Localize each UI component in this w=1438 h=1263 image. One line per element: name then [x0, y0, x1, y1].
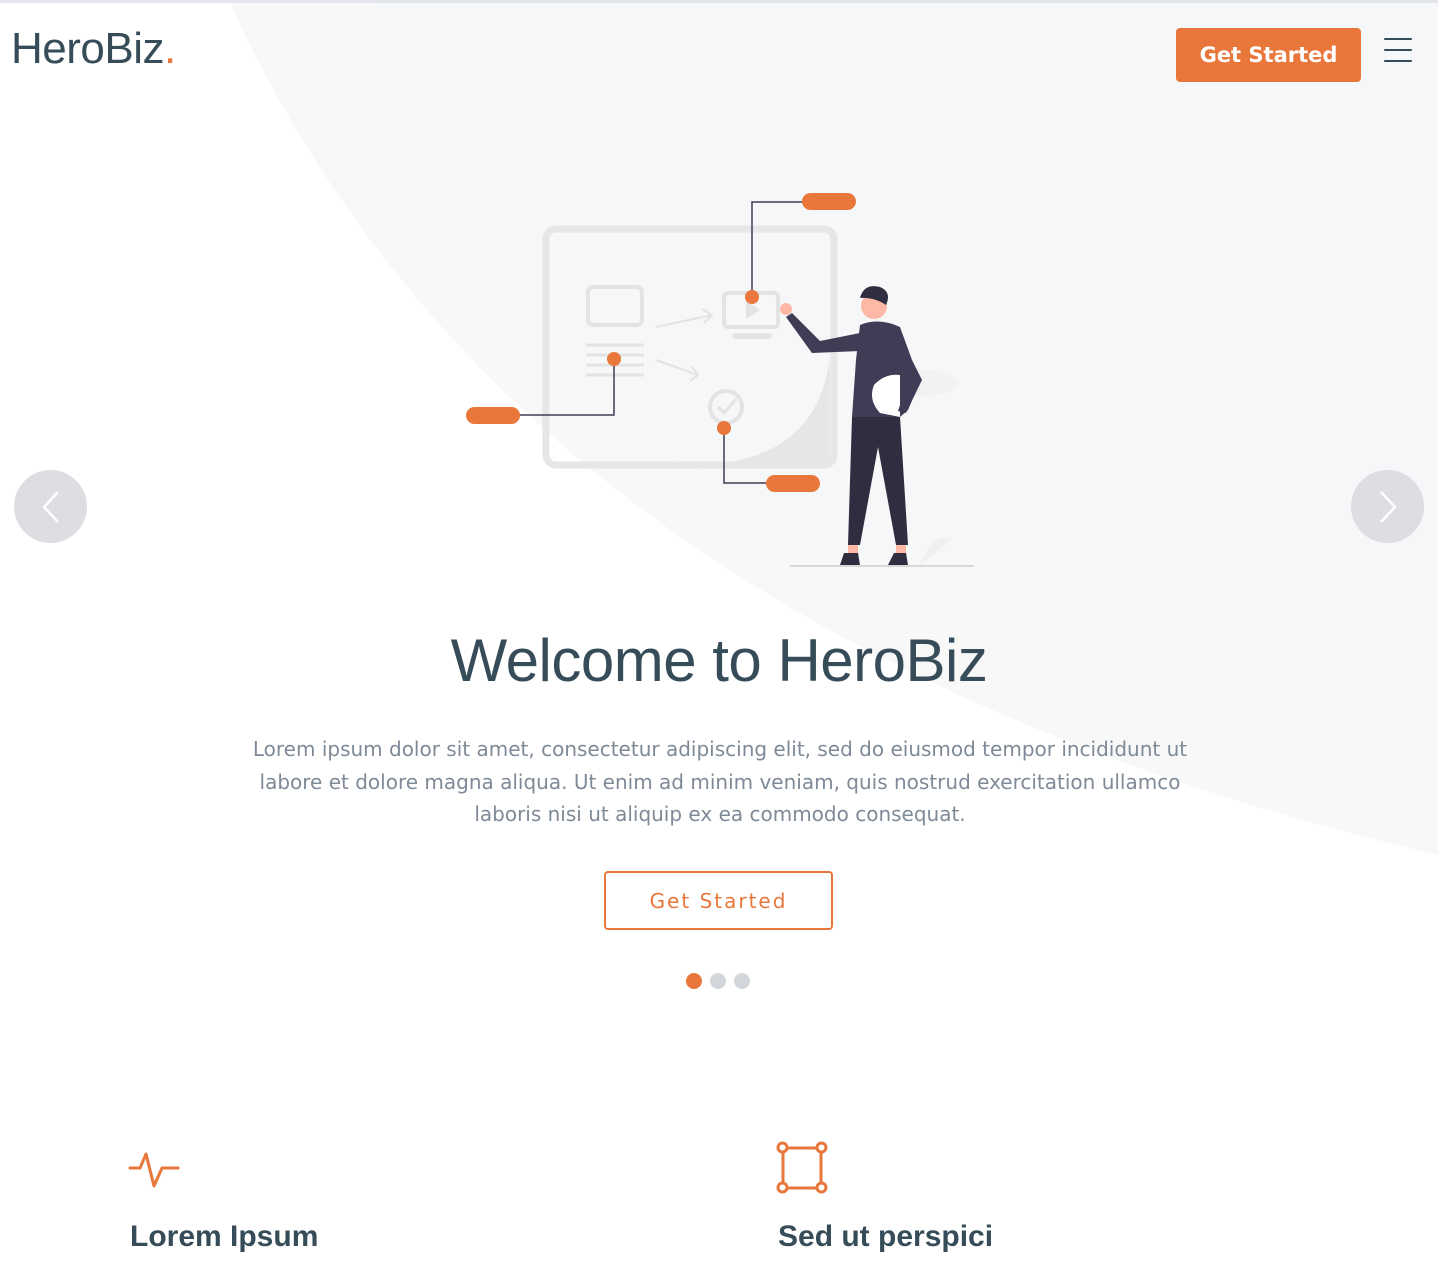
activity-pulse-icon — [128, 1152, 180, 1188]
bounding-box-icon — [776, 1141, 828, 1194]
chevron-left-icon — [41, 490, 59, 523]
hero-description: Lorem ipsum dolor sit amet, consectetur … — [252, 737, 1188, 826]
hero-get-started-button[interactable]: Get Started — [604, 871, 833, 930]
feature-card: Sed ut perspici — [776, 1140, 993, 1253]
feature-title: Lorem Ipsum — [130, 1220, 319, 1253]
header-get-started-button[interactable]: Get Started — [1176, 28, 1361, 82]
hero-title: Welcome to HeroBiz — [450, 627, 988, 694]
hamburger-menu-icon[interactable] — [1384, 38, 1412, 62]
feature-title: Sed ut perspici — [778, 1220, 994, 1253]
carousel-indicators — [686, 973, 750, 990]
logo-text: HeroBiz — [11, 24, 165, 73]
carousel-next-button[interactable] — [1351, 470, 1424, 543]
carousel-prev-button[interactable] — [14, 470, 87, 543]
logo-dot: . — [164, 24, 176, 73]
logo[interactable]: HeroBiz. — [11, 25, 176, 73]
carousel-indicator[interactable] — [734, 973, 750, 989]
carousel-indicator[interactable] — [710, 973, 726, 989]
hero-illustration — [466, 193, 974, 567]
feature-card: Lorem Ipsum — [128, 1140, 318, 1253]
carousel-indicator[interactable] — [686, 973, 702, 989]
chevron-right-icon — [1379, 490, 1397, 523]
site-header: HeroBiz. Get Started — [0, 3, 1438, 99]
